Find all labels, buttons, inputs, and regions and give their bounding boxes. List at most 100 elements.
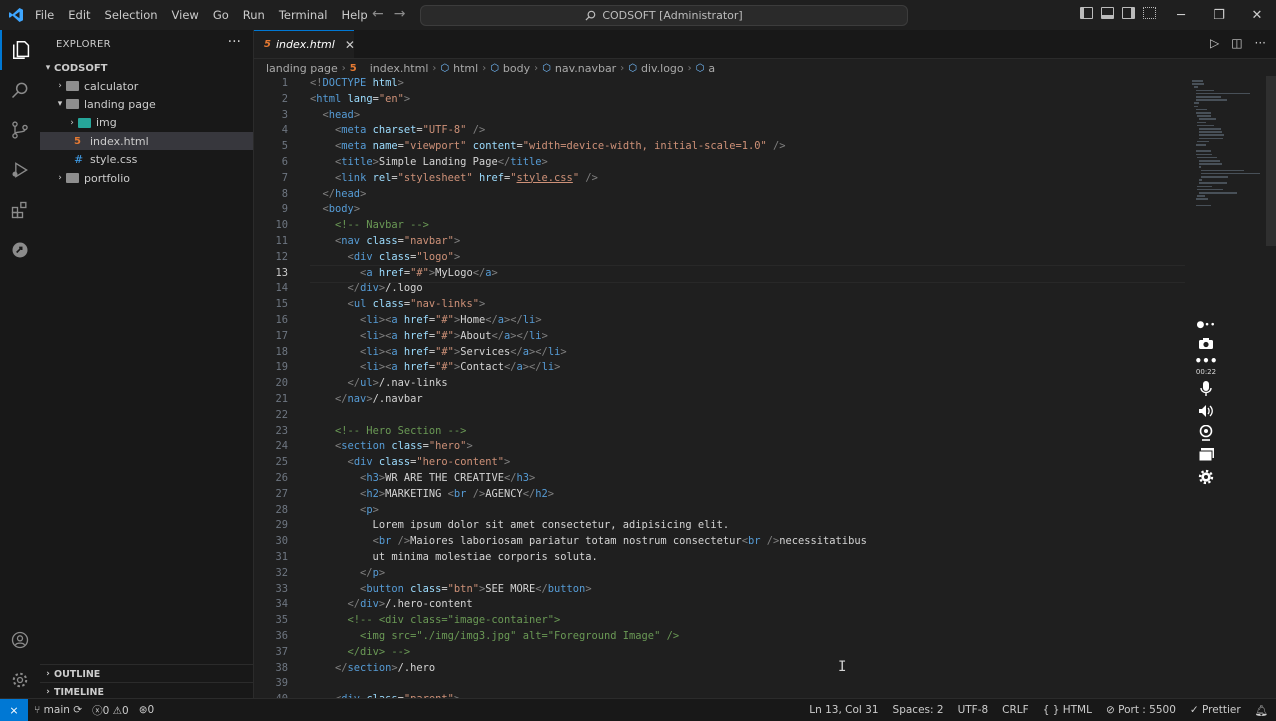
code-text: <div class="logo">	[347, 250, 461, 263]
code-text: <li><a href="#">Contact</a></li>	[360, 361, 561, 374]
code-line: 13 <a href="#">MyLogo</a>	[254, 266, 1204, 282]
warning-count: 0	[122, 704, 129, 717]
menu-item-view[interactable]: View	[165, 8, 206, 22]
explorer-icon[interactable]	[0, 30, 42, 70]
tree-item-calculator[interactable]: › calculator	[40, 77, 253, 95]
menu-item-go[interactable]: Go	[206, 8, 236, 22]
remote-indicator-icon[interactable]: ⨯	[0, 699, 28, 721]
encoding[interactable]: UTF-8	[958, 704, 989, 716]
breadcrumb-item[interactable]: landing page	[266, 62, 338, 75]
breadcrumb-item[interactable]: a	[708, 62, 715, 75]
language-label: HTML	[1062, 704, 1092, 716]
search-icon[interactable]	[0, 70, 40, 110]
restore-icon[interactable]: ❐	[1200, 0, 1238, 30]
toggle-secondary-sidebar-icon[interactable]	[1122, 7, 1135, 19]
extensions-icon[interactable]	[0, 190, 40, 230]
webcam-icon[interactable]	[1199, 422, 1213, 444]
minimize-icon[interactable]: ─	[1162, 0, 1200, 30]
more-options-icon[interactable]: •••	[1194, 354, 1217, 368]
command-center-search[interactable]: CODSOFT [Administrator]	[420, 5, 908, 26]
chevron-right-icon: ›	[482, 62, 487, 74]
problems-indicator[interactable]: ⓧ0 ⚠0	[92, 703, 129, 718]
indentation[interactable]: Spaces: 2	[893, 704, 944, 716]
workspace-root[interactable]: ▾ CODSOFT	[40, 59, 253, 77]
run-preview-icon[interactable]: ▷	[1210, 36, 1219, 50]
tree-item-style-css[interactable]: # style.css	[40, 151, 253, 169]
remote-explorer-icon[interactable]	[0, 230, 40, 270]
more-actions-icon[interactable]: ···	[1255, 36, 1266, 50]
code-text: <li><a href="#">Home</a></li>	[360, 314, 542, 326]
sync-icon: ⟳	[73, 704, 83, 716]
html5-file-icon: 5	[264, 39, 271, 50]
live-server-port[interactable]: ⊘ Port : 5500	[1106, 704, 1176, 716]
tab-index-html[interactable]: 5 index.html ✕	[254, 30, 355, 58]
outline-section[interactable]: › OUTLINE	[40, 664, 253, 683]
code-text: <li><a href="#">Services</a></li>	[360, 345, 567, 358]
forward-arrow-icon[interactable]: →	[394, 6, 406, 22]
minimap-line	[1199, 128, 1221, 130]
menu-item-run[interactable]: Run	[236, 8, 272, 22]
menu-item-edit[interactable]: Edit	[61, 8, 97, 22]
cursor-position[interactable]: Ln 13, Col 31	[809, 704, 878, 716]
minimap[interactable]	[1192, 76, 1261, 226]
toggle-panel-icon[interactable]	[1101, 7, 1114, 19]
recorder-handle-icon[interactable]: ●∙∙	[1196, 318, 1215, 332]
menu-item-terminal[interactable]: Terminal	[272, 8, 335, 22]
recording-timer: 00:22	[1195, 368, 1217, 376]
chevron-right-icon: ›	[46, 669, 50, 679]
code-line: 29 Lorem ipsum dolor sit amet consectetu…	[254, 518, 1204, 534]
prettier-status[interactable]: ✓ Prettier	[1190, 704, 1241, 716]
ports-count: 0	[147, 704, 155, 716]
line-number: 36	[275, 630, 288, 642]
microphone-icon[interactable]	[1200, 378, 1212, 400]
tree-item-index-html[interactable]: 5 index.html	[40, 132, 253, 151]
breadcrumb-item[interactable]: index.html	[370, 62, 429, 75]
camera-icon[interactable]	[1198, 332, 1214, 354]
minimap-line	[1195, 112, 1211, 114]
split-editor-icon[interactable]: ◫	[1231, 36, 1242, 50]
vertical-scrollbar[interactable]	[1266, 76, 1276, 246]
account-icon[interactable]	[0, 620, 40, 660]
speaker-icon[interactable]	[1198, 400, 1214, 422]
run-debug-icon[interactable]	[0, 150, 40, 190]
folder-icon	[66, 99, 79, 110]
breadcrumb-item[interactable]: body	[503, 62, 530, 75]
branch-indicator[interactable]: ⑂ main ⟳	[34, 704, 82, 716]
breadcrumb-item[interactable]: div.logo	[641, 62, 684, 75]
tree-item-img[interactable]: › img	[40, 114, 253, 132]
settings-gear-icon[interactable]	[0, 660, 40, 700]
close-window-icon[interactable]: ✕	[1238, 0, 1276, 30]
chevron-right-icon: ›	[534, 62, 539, 74]
menu-item-selection[interactable]: Selection	[98, 8, 165, 22]
code-text: <nav class="navbar">	[335, 235, 461, 247]
recorder-settings-icon[interactable]	[1198, 466, 1214, 488]
menu-item-file[interactable]: File	[28, 8, 61, 22]
line-number: 8	[281, 187, 288, 200]
back-arrow-icon[interactable]: ←	[372, 6, 384, 22]
more-actions-icon[interactable]: ···	[228, 34, 241, 50]
close-tab-icon[interactable]: ✕	[345, 38, 355, 52]
language-mode[interactable]: { } HTML	[1043, 704, 1092, 716]
minimap-line	[1199, 182, 1227, 184]
ports-indicator[interactable]: ⊛0	[139, 704, 155, 716]
code-line: 23 <!-- Hero Section -->	[254, 424, 1204, 440]
breadcrumb-item[interactable]: nav.navbar	[555, 62, 616, 75]
code-text: <ul class="nav-links">	[347, 298, 486, 311]
notifications-bell-icon[interactable]: 🔔︎	[1255, 704, 1268, 717]
braces-icon: { }	[1042, 704, 1060, 716]
screen-icon[interactable]	[1198, 444, 1215, 466]
code-editor[interactable]: 1 <!DOCTYPE html> 2 <html lang="en"> 3 <head…	[254, 76, 1276, 698]
tree-item-portfolio[interactable]: › portfolio	[40, 169, 253, 187]
source-control-icon[interactable]	[0, 110, 40, 150]
code-line: 19 <li><a href="#">Contact</a></li>	[254, 360, 1204, 376]
menu-item-help[interactable]: Help	[334, 8, 374, 22]
code-line: 2 <html lang="en">	[254, 92, 1204, 108]
html5-file-icon: 5	[349, 62, 357, 74]
customize-layout-icon[interactable]	[1143, 7, 1156, 19]
tree-item-landing-page[interactable]: ▾ landing page	[40, 95, 253, 113]
toggle-primary-sidebar-icon[interactable]	[1080, 7, 1093, 19]
end-of-line[interactable]: CRLF	[1002, 704, 1029, 716]
breadcrumb-item[interactable]: html	[453, 62, 478, 75]
outline-label: OUTLINE	[54, 668, 101, 680]
line-number: 29	[275, 519, 288, 532]
